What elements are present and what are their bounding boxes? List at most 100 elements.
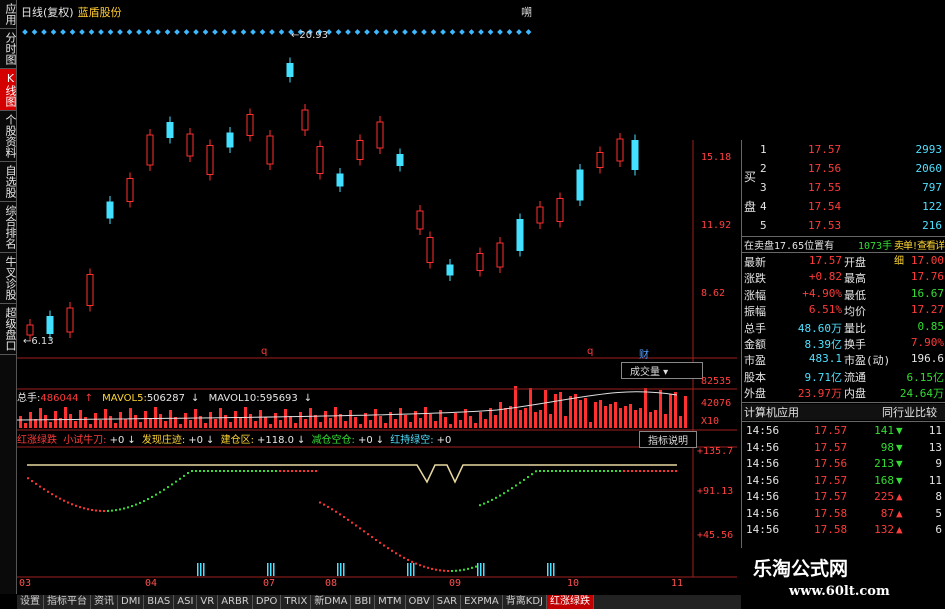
candlestick-series [26,57,639,341]
indicator-tab[interactable]: 设置 [17,595,44,609]
tick-row[interactable]: 14:56 17.57 141 ▼ 11 [742,424,945,440]
left-menu-item[interactable]: 自选股 [0,162,17,202]
indicator-tab[interactable]: EXPMA [461,595,503,609]
candle-body [536,206,544,224]
indicator-tab[interactable]: TRIX [281,595,312,609]
tick-row[interactable]: 14:56 17.57 225 ▲ 8 [742,490,945,506]
signal-diamond-icon [126,29,133,35]
indicator-stick [200,563,202,576]
left-menu-item[interactable]: 应用 [0,0,17,29]
indicator-dot [327,505,329,508]
chart-canvas[interactable] [17,0,737,580]
stat-label: 最低 [844,288,866,302]
industry-compare-link[interactable]: 同行业比较 [882,404,937,420]
tick-row[interactable]: 14:56 17.58 87 ▲ 5 [742,507,945,523]
bid-row[interactable]: 5 17.53 216 [742,219,945,235]
tick-count: 6 [935,523,942,536]
left-menu-item[interactable]: 综合排名 [0,202,17,253]
tick-row[interactable]: 14:56 17.57 168 ▼ 11 [742,474,945,490]
indicator-axis-tick-1: +135.7 [697,446,734,457]
signal-diamond-icon [411,29,418,35]
bid-row[interactable]: 4 17.54 122 [742,200,945,216]
bid-row[interactable]: 1 17.57 2993 [742,143,945,159]
left-menu-item[interactable]: 超级盘口 [0,304,17,355]
volume-bar [639,408,642,428]
indicator-help-button[interactable]: 指标说明 [639,431,697,448]
order-notice[interactable]: 在卖盘17.65位置有 1073手 卖单!查看详细 [742,237,945,267]
indicator-dot [95,509,97,512]
indicator-tab[interactable]: 资讯 [91,595,118,609]
event-mark[interactable]: 财 [639,346,649,361]
indicator-dot [243,470,245,472]
indicator-dot [607,470,609,472]
candle-body [631,140,639,170]
indicator-dot [215,470,217,472]
candle-body [106,201,114,219]
signal-diamond-icon [31,29,38,35]
indicator-stick [480,563,482,576]
indicator-tab[interactable]: BIAS [144,595,175,609]
left-menu-item[interactable]: K线图 [0,69,17,111]
indicator-dot [439,569,441,572]
signal-diamond-icon [383,29,389,35]
stat-value: 483.1 [808,352,842,366]
indicator-tab[interactable]: 新DMA [311,595,352,609]
indicator-axis-tick-2: +91.13 [697,486,734,497]
bid-level: 3 [760,181,767,194]
stat-value: 196.6 [910,352,944,366]
indicator-dot [191,470,193,472]
stat-label: 外盘 [744,387,766,401]
indicator-stick [483,563,485,576]
indicator-dot [655,470,657,472]
indicator-tab[interactable]: MTM [375,595,406,609]
bid-price: 17.56 [808,162,842,175]
volume-bar [624,406,627,428]
indicator-tab[interactable]: 背离KDJ [503,595,547,609]
bid-row[interactable]: 2 17.56 2060 [742,162,945,178]
indicator-dot [403,556,405,559]
indicator-dot [663,470,665,472]
volume-bar [494,415,497,428]
indicator-dot [183,474,185,477]
indicator-tab[interactable]: 指标平台 [44,595,91,609]
left-menu-item[interactable]: 个股资料 [0,111,17,162]
indicator-stick [270,563,272,576]
tick-row[interactable]: 14:56 17.58 132 ▲ 6 [742,523,945,539]
indicator-tab[interactable]: BBI [351,595,376,609]
indicator-tab[interactable]: DPO [253,595,282,609]
indicator-tab[interactable]: ARBR [218,595,253,609]
month-tick: 08 [325,578,338,589]
event-mark[interactable]: q [587,346,593,357]
indicator-tab[interactable]: VR [197,595,219,609]
indicator-tab[interactable]: ASI [174,595,198,609]
signal-diamond-icon [449,29,456,35]
stat-value: 9.71亿 [804,370,843,384]
indicator-stick [477,563,479,576]
indicator-tab[interactable]: DMI [118,595,145,609]
tick-count: 13 [928,440,942,454]
tick-row[interactable]: 14:56 17.56 213 ▼ 9 [742,457,945,473]
volume-indicator-dropdown[interactable]: 成交量 ▾ [621,362,703,379]
industry-name[interactable]: 计算机应用 [744,404,799,420]
indicator-tab[interactable]: OBV [406,595,434,609]
indicator-dot [99,509,101,512]
tick-price: 17.57 [814,440,848,454]
event-mark[interactable]: q [261,346,267,357]
indicator-stick [197,563,199,576]
indicator-dot [83,507,85,510]
signal-diamond-icon [136,29,142,35]
indicator-dot [31,480,33,483]
left-menu-item[interactable]: 分时图 [0,29,17,69]
indicator-tab[interactable]: SAR [434,595,462,609]
bid-row[interactable]: 3 17.55 797 [742,181,945,197]
volume-bar [34,419,37,428]
stat-value: 48.60万 [797,321,842,335]
indicator-tab[interactable]: 红涨绿跌 [547,595,594,609]
tick-row[interactable]: 14:56 17.57 98 ▼ 13 [742,441,945,457]
volume-bar [269,424,272,428]
price-axis-tick-3: 8.62 [701,288,726,299]
volume-bar [629,404,632,428]
stat-label: 涨跌 [744,272,766,286]
volume-bar [49,422,52,428]
left-menu-item[interactable]: 牛叉诊股 [0,253,17,304]
